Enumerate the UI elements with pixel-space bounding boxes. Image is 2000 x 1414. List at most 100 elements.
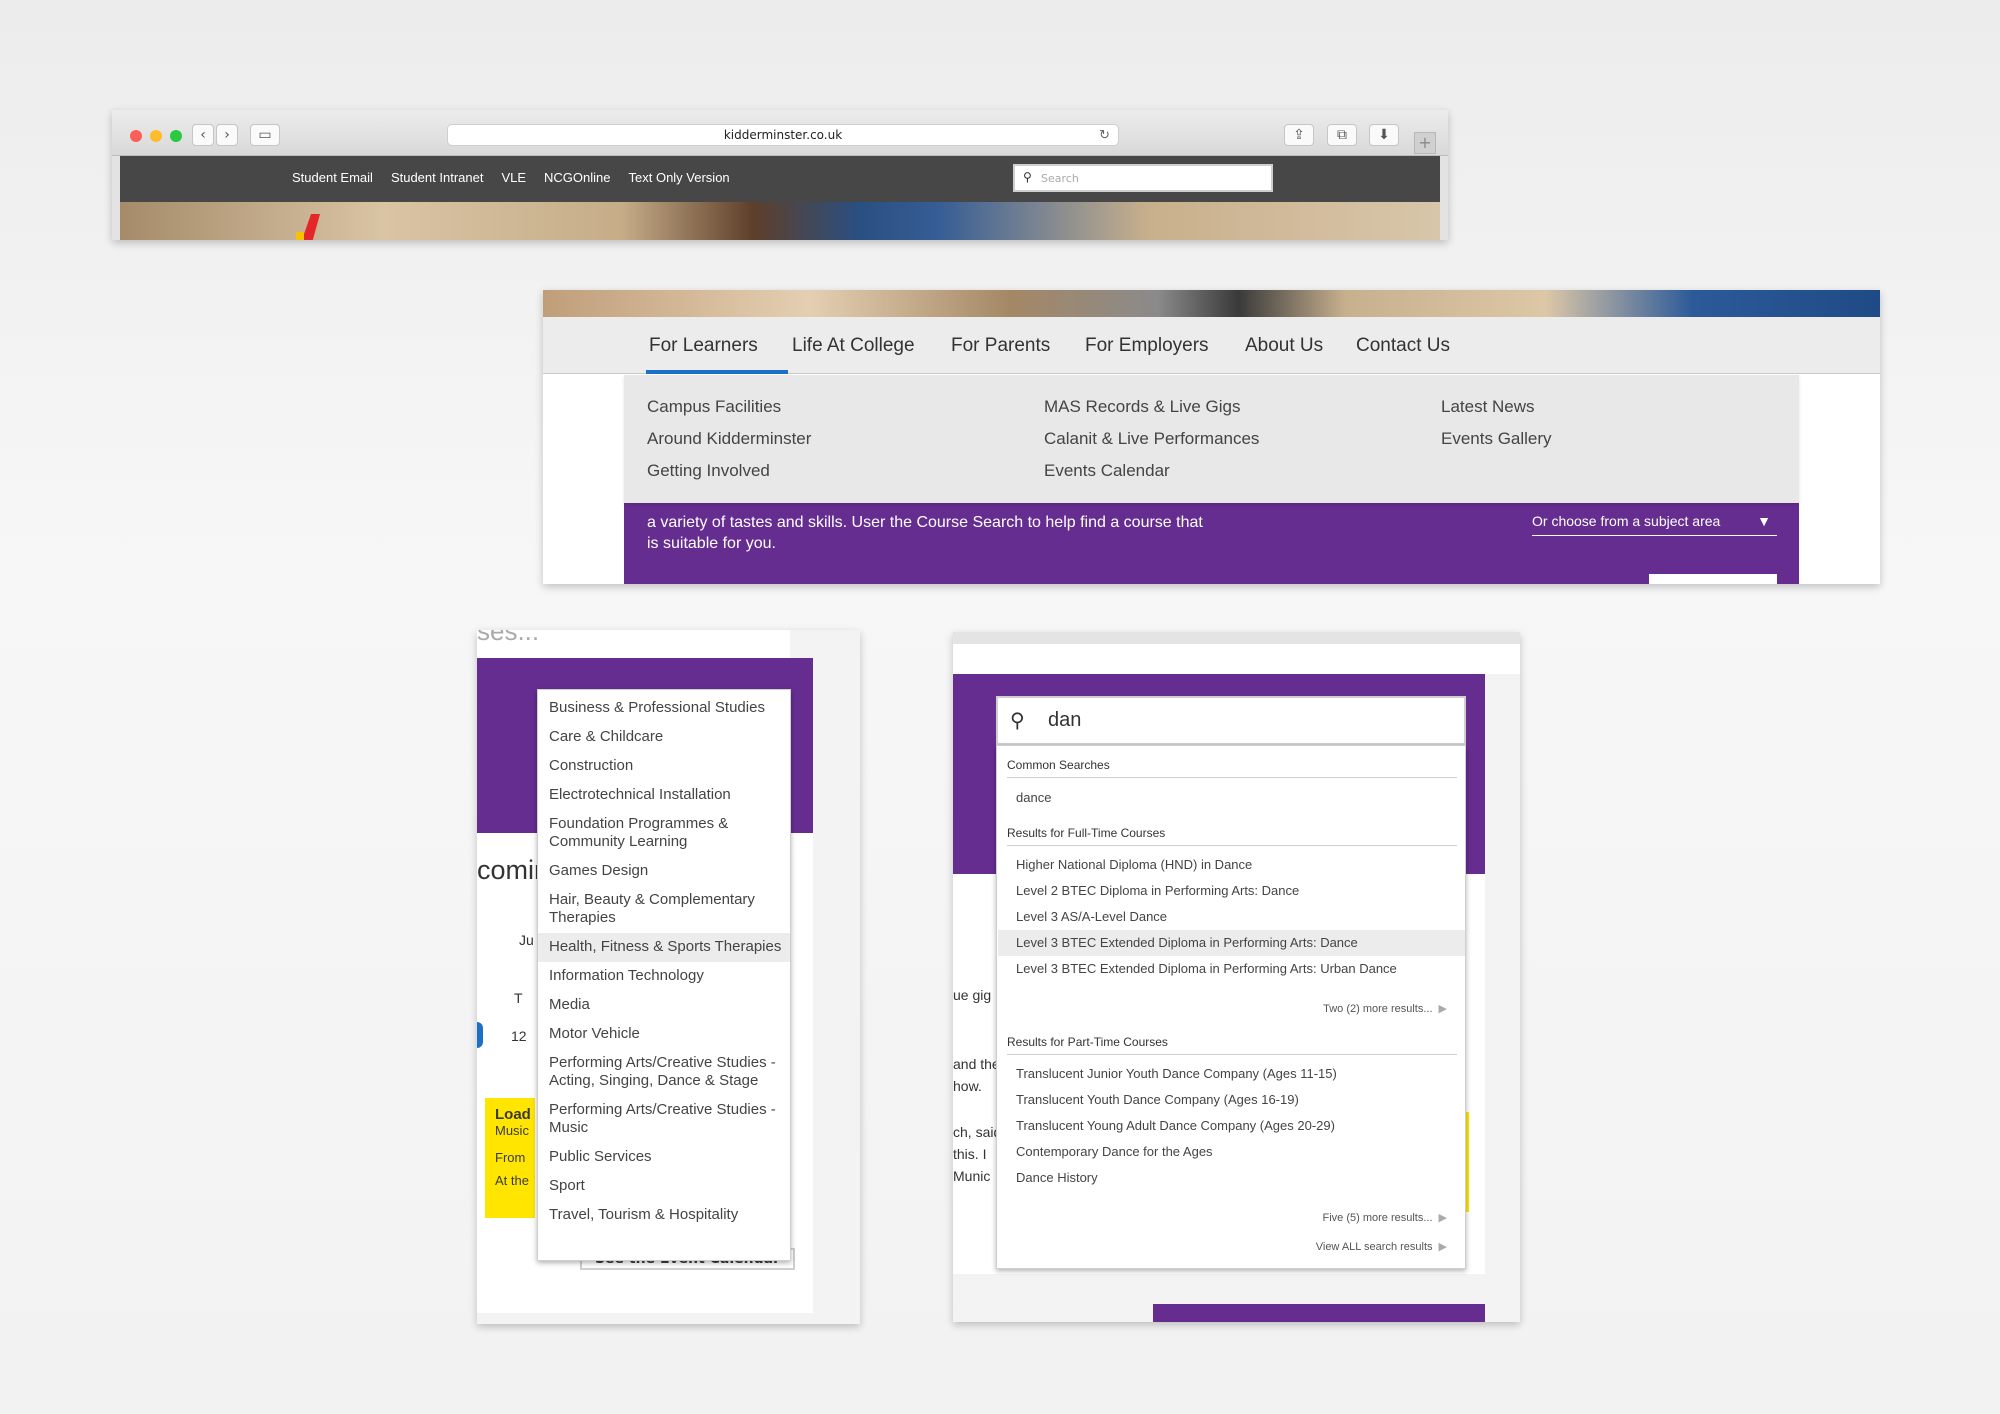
arrow-right-icon: ▶: [1438, 1212, 1447, 1224]
top-strip: [953, 632, 1520, 644]
new-tab-icon[interactable]: +: [1414, 132, 1436, 154]
search-button[interactable]: [1649, 574, 1777, 584]
parttime-more-link[interactable]: Five (5) more results... ▶: [1323, 1211, 1448, 1224]
subject-option[interactable]: Public Services: [538, 1143, 790, 1172]
nav-for-learners[interactable]: For Learners: [646, 317, 788, 374]
menu-item-calanit[interactable]: Calanit & Live Performances: [1044, 423, 1259, 455]
mega-menu: Campus Facilities Around Kidderminster G…: [624, 375, 1799, 503]
more-results-text: Two (2) more results...: [1323, 1003, 1433, 1015]
subject-option[interactable]: Construction: [538, 752, 790, 781]
link-student-email[interactable]: Student Email: [292, 170, 373, 185]
subject-option-highlighted[interactable]: Health, Fitness & Sports Therapies: [538, 933, 790, 962]
course-search-banner: a variety of tastes and skills. User the…: [624, 490, 1799, 584]
subject-option[interactable]: Business & Professional Studies: [538, 694, 790, 723]
search-results-dropdown: Common Searches dance Results for Full-T…: [996, 745, 1466, 1269]
nav-life-at-college[interactable]: Life At College: [792, 317, 915, 374]
course-intro-text: a variety of tastes and skills. User the…: [647, 514, 1203, 552]
site-search-input[interactable]: ⚲ Search: [1013, 164, 1273, 192]
fulltime-result[interactable]: Level 3 BTEC Extended Diploma in Perform…: [998, 956, 1465, 982]
fulltime-result[interactable]: Higher National Diploma (HND) in Dance: [998, 852, 1465, 878]
fulltime-heading: Results for Full-Time Courses: [1007, 826, 1457, 846]
nav-contact-us[interactable]: Contact Us: [1356, 317, 1450, 374]
search-suggestions-panel: ue gig and the how. ch, said this. I Mun…: [953, 632, 1520, 1322]
hero-image: [543, 290, 1880, 317]
search-field-text: ses...: [477, 630, 540, 646]
back-icon[interactable]: ‹: [192, 124, 214, 146]
subject-area-select[interactable]: Or choose from a subject area ▼: [1532, 506, 1777, 536]
subject-option[interactable]: Electrotechnical Installation: [538, 781, 790, 810]
header-strip: [953, 644, 1520, 674]
menu-item-mas-records[interactable]: MAS Records & Live Gigs: [1044, 391, 1259, 423]
parttime-result[interactable]: Contemporary Dance for the Ages: [998, 1139, 1465, 1165]
bg-text-fragment: ch, said: [953, 1124, 1002, 1140]
parttime-result[interactable]: Translucent Young Adult Dance Company (A…: [998, 1113, 1465, 1139]
subject-option[interactable]: Travel, Tourism & Hospitality: [538, 1201, 790, 1230]
subject-option[interactable]: Performing Arts/Creative Studies - Music: [538, 1096, 790, 1143]
url-text: kidderminster.co.uk: [723, 128, 843, 142]
close-window-icon[interactable]: [130, 130, 142, 142]
link-ncgonline[interactable]: NCGOnline: [544, 170, 610, 185]
purple-footer-strip: [1153, 1304, 1485, 1322]
parttime-result[interactable]: Translucent Youth Dance Company (Ages 16…: [998, 1087, 1465, 1113]
search-icon: ⚲: [1023, 170, 1032, 184]
mega-column-3: Latest News Events Gallery: [1441, 391, 1552, 455]
nav-about-us[interactable]: About Us: [1245, 317, 1323, 374]
menu-item-getting-involved[interactable]: Getting Involved: [647, 455, 811, 487]
menu-item-events-calendar[interactable]: Events Calendar: [1044, 455, 1259, 487]
browser-window: ‹ › ▭ kidderminster.co.uk ↻ ⇪ ⧉ ⬇ + Stud…: [112, 110, 1448, 240]
fulltime-result[interactable]: Level 2 BTEC Diploma in Performing Arts:…: [998, 878, 1465, 904]
subject-option[interactable]: Hair, Beauty & Complementary Therapies: [538, 886, 790, 933]
view-all-results-link[interactable]: View ALL search results ▶: [1316, 1240, 1447, 1253]
more-results-text: Five (5) more results...: [1322, 1212, 1433, 1224]
bg-text-fragment: Munic: [953, 1168, 991, 1184]
menu-item-events-gallery[interactable]: Events Gallery: [1441, 423, 1552, 455]
calendar-day-label: T: [514, 990, 523, 1006]
nav-for-employers[interactable]: For Employers: [1085, 317, 1209, 374]
nav-for-parents[interactable]: For Parents: [951, 317, 1050, 374]
main-nav: For Learners Life At College For Parents…: [543, 317, 1880, 374]
address-bar[interactable]: kidderminster.co.uk ↻: [447, 124, 1119, 146]
link-vle[interactable]: VLE: [501, 170, 526, 185]
menu-item-around-kidderminster[interactable]: Around Kidderminster: [647, 423, 811, 455]
link-text-only[interactable]: Text Only Version: [629, 170, 730, 185]
search-icon: ⚲: [1010, 708, 1025, 732]
subject-option[interactable]: Foundation Programmes & Community Learni…: [538, 810, 790, 857]
parttime-heading: Results for Part-Time Courses: [1007, 1035, 1457, 1055]
search-placeholder: Search: [1041, 172, 1079, 185]
zoom-window-icon[interactable]: [170, 130, 182, 142]
calendar-date[interactable]: 12: [511, 1028, 527, 1044]
subject-option[interactable]: Games Design: [538, 857, 790, 886]
minimize-window-icon[interactable]: [150, 130, 162, 142]
event-card[interactable]: Load Music From At the: [485, 1098, 535, 1218]
link-student-intranet[interactable]: Student Intranet: [391, 170, 484, 185]
course-search-input[interactable]: ⚲ dan: [996, 696, 1466, 745]
utility-bar: Student Email Student Intranet VLE NCGOn…: [120, 156, 1440, 202]
parttime-result[interactable]: Dance History: [998, 1165, 1465, 1191]
mega-column-1: Campus Facilities Around Kidderminster G…: [647, 391, 811, 487]
subject-option[interactable]: Care & Childcare: [538, 723, 790, 752]
subject-option[interactable]: Sport: [538, 1172, 790, 1201]
forward-icon[interactable]: ›: [216, 124, 238, 146]
download-icon[interactable]: ⬇: [1369, 124, 1399, 146]
share-icon[interactable]: ⇪: [1284, 124, 1314, 146]
subject-option[interactable]: Performing Arts/Creative Studies - Actin…: [538, 1049, 790, 1096]
fulltime-more-link[interactable]: Two (2) more results... ▶: [1323, 1002, 1447, 1015]
common-search-item[interactable]: dance: [998, 785, 1465, 811]
subject-option[interactable]: Information Technology: [538, 962, 790, 991]
event-title: Load: [495, 1106, 531, 1123]
fulltime-result[interactable]: Level 3 AS/A-Level Dance: [998, 904, 1465, 930]
parttime-result[interactable]: Translucent Junior Youth Dance Company (…: [998, 1061, 1465, 1087]
menu-item-latest-news[interactable]: Latest News: [1441, 391, 1552, 423]
event-from: From: [495, 1150, 526, 1165]
menu-item-campus-facilities[interactable]: Campus Facilities: [647, 391, 811, 423]
view-all-text: View ALL search results: [1315, 1241, 1433, 1253]
reload-icon[interactable]: ↻: [1099, 125, 1110, 146]
common-searches-heading: Common Searches: [1007, 758, 1457, 778]
bg-text-fragment: ue gig: [953, 987, 992, 1003]
subject-option[interactable]: Motor Vehicle: [538, 1020, 790, 1049]
fulltime-result-highlighted[interactable]: Level 3 BTEC Extended Diploma in Perform…: [998, 930, 1465, 956]
sidebar-icon[interactable]: ▭: [250, 124, 280, 146]
subject-option[interactable]: Media: [538, 991, 790, 1020]
tabs-icon[interactable]: ⧉: [1327, 124, 1357, 146]
bg-text-fragment: and the: [953, 1056, 1000, 1072]
